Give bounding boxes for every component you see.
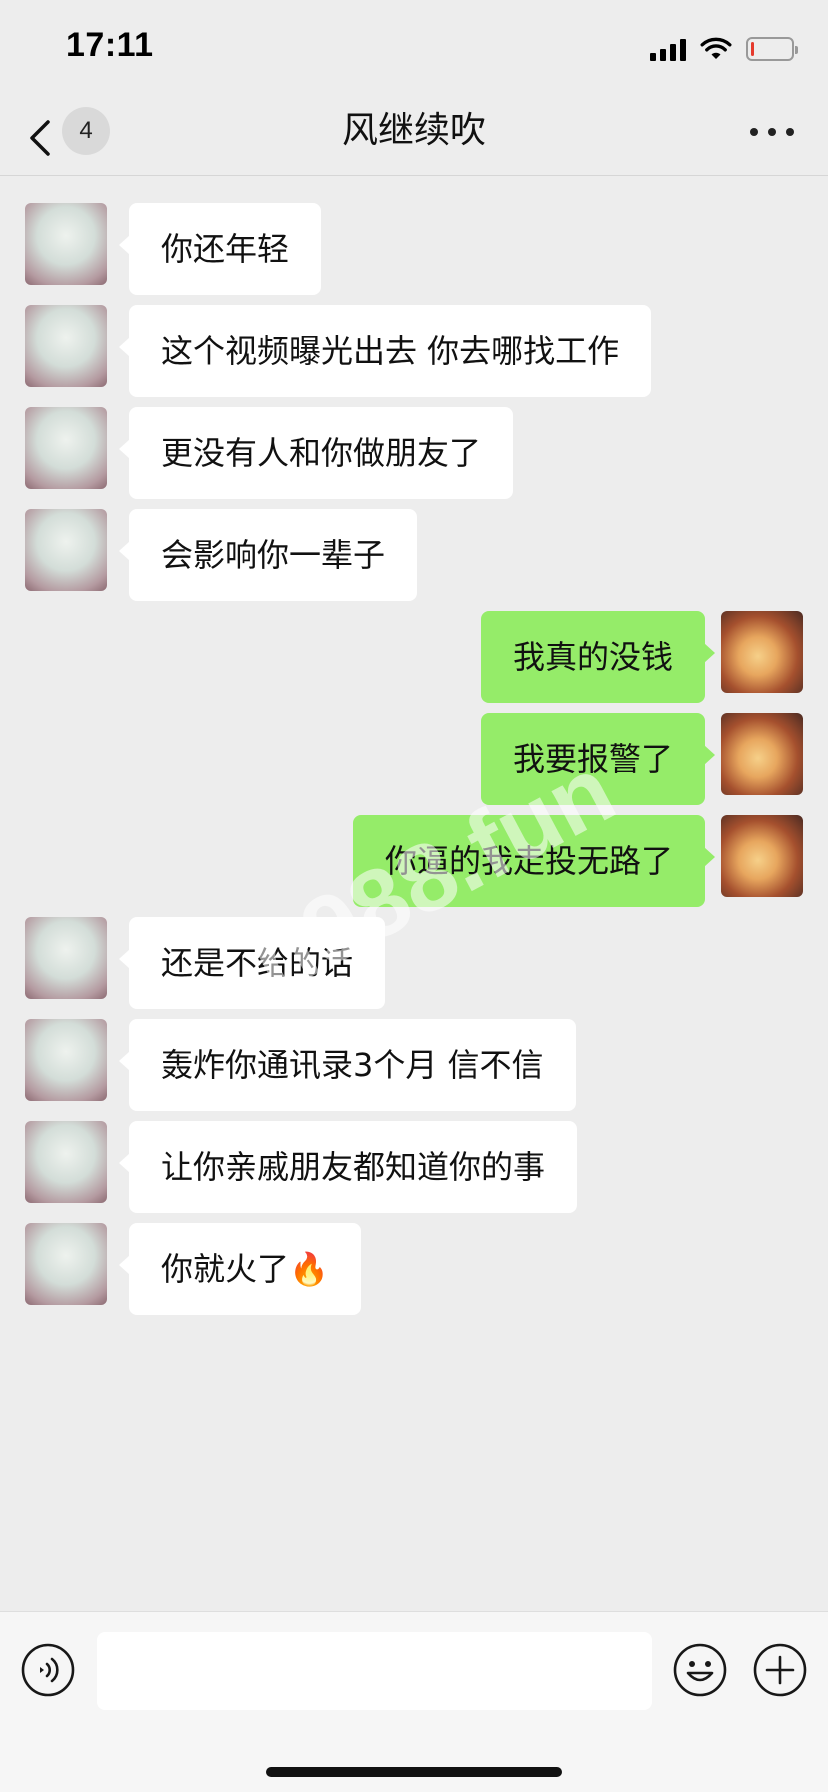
message-bubble[interactable]: 更没有人和你做朋友了 — [118, 407, 514, 499]
message-received: 轰炸你通讯录3个月 信不信 — [0, 1019, 828, 1111]
message-bubble[interactable]: 还是不给的话 — [118, 917, 386, 1009]
contact-avatar[interactable] — [25, 305, 107, 387]
status-bar: 17:11 — [0, 0, 828, 100]
contact-avatar[interactable] — [25, 407, 107, 489]
contact-avatar[interactable] — [25, 1223, 107, 1305]
wifi-icon — [700, 37, 732, 59]
chat-header: 4 风继续吹 — [0, 100, 828, 176]
contact-avatar[interactable] — [25, 203, 107, 285]
more-options-button[interactable] — [750, 112, 794, 152]
home-indicator[interactable] — [266, 1767, 562, 1777]
voice-icon — [21, 1643, 75, 1697]
voice-button[interactable] — [20, 1642, 76, 1698]
message-input[interactable] — [97, 1632, 652, 1710]
message-received: 会影响你一辈子 — [0, 509, 828, 601]
message-bubble[interactable]: 你还年轻 — [118, 203, 322, 295]
plus-icon — [753, 1643, 807, 1697]
status-time: 17:11 — [66, 26, 154, 64]
cellular-signal-icon — [650, 37, 686, 61]
message-bubble[interactable]: 你就火了🔥 — [119, 1223, 361, 1315]
emoji-icon — [673, 1643, 727, 1697]
message-received: 还是不给的话 — [0, 917, 828, 1009]
my-avatar[interactable] — [721, 611, 803, 693]
message-received: 你就火了🔥 — [0, 1223, 828, 1315]
contact-avatar[interactable] — [25, 917, 107, 999]
message-sent: 我要报警了 — [0, 713, 828, 805]
battery-level — [751, 42, 754, 56]
message-bubble[interactable]: 让你亲戚朋友都知道你的事 — [118, 1121, 578, 1213]
message-sent: 你逼的我走投无路了 — [0, 815, 828, 907]
message-sent: 我真的没钱 — [0, 611, 828, 703]
input-bar — [0, 1611, 828, 1792]
message-received: 你还年轻 — [0, 203, 828, 295]
more-dots-icon — [750, 128, 758, 136]
message-received: 让你亲戚朋友都知道你的事 — [0, 1121, 828, 1213]
message-bubble[interactable]: 轰炸你通讯录3个月 信不信 — [119, 1019, 576, 1111]
message-received: 更没有人和你做朋友了 — [0, 407, 828, 499]
chat-title: 风继续吹 — [341, 110, 486, 151]
contact-avatar[interactable] — [25, 1121, 107, 1203]
message-bubble[interactable]: 我真的没钱 — [480, 611, 716, 703]
more-functions-button[interactable] — [752, 1642, 808, 1698]
message-received: 这个视频曝光出去 你去哪找工作 — [0, 305, 828, 397]
my-avatar[interactable] — [721, 815, 803, 897]
message-bubble[interactable]: 你逼的我走投无路了 — [352, 815, 716, 907]
contact-avatar[interactable] — [25, 1019, 107, 1101]
contact-avatar[interactable] — [25, 509, 107, 591]
message-bubble[interactable]: 会影响你一辈子 — [118, 509, 418, 601]
emoji-button[interactable] — [672, 1642, 728, 1698]
status-icons — [650, 34, 798, 64]
message-list[interactable]: 你还年轻 这个视频曝光出去 你去哪找工作 更没有人和你做朋友了 会影响你一辈子 … — [0, 177, 828, 1611]
message-bubble[interactable]: 这个视频曝光出去 你去哪找工作 — [118, 305, 652, 397]
my-avatar[interactable] — [721, 713, 803, 795]
battery-icon — [746, 37, 798, 61]
message-bubble[interactable]: 我要报警了 — [480, 713, 716, 805]
